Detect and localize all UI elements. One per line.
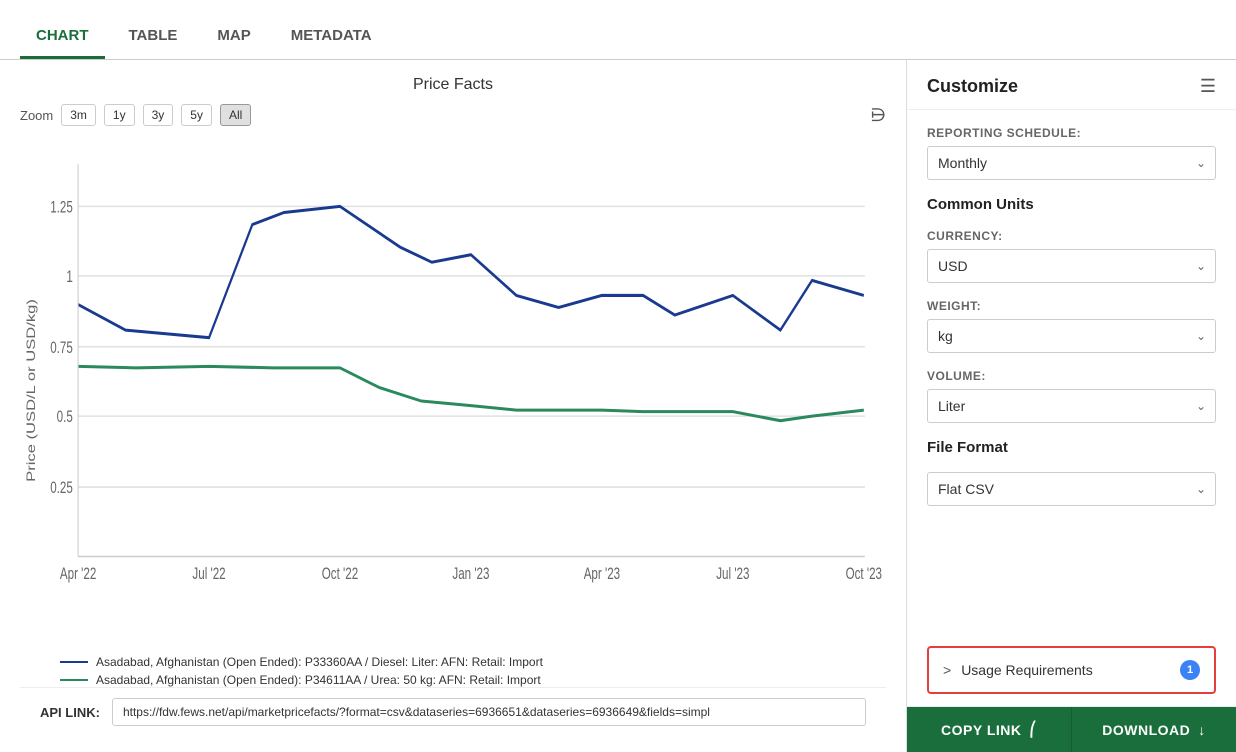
weight-label: WEIGHT: xyxy=(927,299,1216,313)
file-format-header: File Format xyxy=(927,439,1216,456)
currency-group: CURRENCY: USD EUR AFN ⌄ xyxy=(927,229,1216,283)
currency-select[interactable]: USD EUR AFN xyxy=(927,249,1216,283)
reporting-schedule-select[interactable]: Monthly Weekly Daily xyxy=(927,146,1216,180)
sidebar-header: Customize ☰ xyxy=(907,60,1236,110)
sidebar-buttons: COPY LINK ⎛ DOWNLOAD ↓ xyxy=(907,706,1236,752)
svg-text:Apr '22: Apr '22 xyxy=(60,565,96,584)
download-chart-icon[interactable]: ⋻ xyxy=(870,105,886,126)
chart-title: Price Facts xyxy=(20,76,886,94)
zoom-3m[interactable]: 3m xyxy=(61,104,96,126)
svg-text:Oct '23: Oct '23 xyxy=(846,565,882,584)
legend-label-diesel: Asadabad, Afghanistan (Open Ended): P333… xyxy=(96,655,543,669)
zoom-controls: Zoom 3m 1y 3y 5y All ⋻ xyxy=(20,104,886,126)
currency-wrapper: USD EUR AFN ⌄ xyxy=(927,249,1216,283)
svg-text:Jan '23: Jan '23 xyxy=(452,565,489,584)
svg-text:0.25: 0.25 xyxy=(50,479,73,498)
file-format-select[interactable]: Flat CSV Excel JSON xyxy=(927,472,1216,506)
currency-label: CURRENCY: xyxy=(927,229,1216,243)
sidebar-menu-icon[interactable]: ☰ xyxy=(1200,76,1216,97)
legend-label-urea: Asadabad, Afghanistan (Open Ended): P346… xyxy=(96,673,541,687)
svg-text:0.5: 0.5 xyxy=(57,408,73,427)
reporting-schedule-wrapper: Monthly Weekly Daily ⌄ xyxy=(927,146,1216,180)
svg-text:Jul '22: Jul '22 xyxy=(192,565,225,584)
weight-select[interactable]: kg lb mt xyxy=(927,319,1216,353)
copy-link-button[interactable]: COPY LINK ⎛ xyxy=(907,707,1072,752)
zoom-3y[interactable]: 3y xyxy=(143,104,174,126)
download-label: DOWNLOAD xyxy=(1102,722,1190,738)
weight-group: WEIGHT: kg lb mt ⌄ xyxy=(927,299,1216,353)
volume-select[interactable]: Liter Gallon xyxy=(927,389,1216,423)
volume-label: VOLUME: xyxy=(927,369,1216,383)
svg-text:1: 1 xyxy=(66,268,72,287)
tab-map[interactable]: MAP xyxy=(201,15,266,59)
api-link-input[interactable] xyxy=(112,698,866,726)
legend-item-diesel: Asadabad, Afghanistan (Open Ended): P333… xyxy=(60,655,886,669)
api-link-label: API LINK: xyxy=(40,705,100,720)
price-chart: Price (USD/L or USD/kg) 1.25 1 0.75 0.5 xyxy=(20,134,886,647)
zoom-5y[interactable]: 5y xyxy=(181,104,212,126)
svg-text:1.25: 1.25 xyxy=(50,199,73,218)
volume-wrapper: Liter Gallon ⌄ xyxy=(927,389,1216,423)
chart-legend: Asadabad, Afghanistan (Open Ended): P333… xyxy=(20,655,886,687)
sidebar: Customize ☰ REPORTING SCHEDULE: Monthly … xyxy=(906,60,1236,752)
file-format-section: File Format xyxy=(927,439,1216,456)
sidebar-content: REPORTING SCHEDULE: Monthly Weekly Daily… xyxy=(907,110,1236,646)
usage-requirements-badge: 1 xyxy=(1180,660,1200,680)
sidebar-title: Customize xyxy=(927,76,1018,97)
file-format-group: Flat CSV Excel JSON ⌄ xyxy=(927,472,1216,506)
api-link-bar: API LINK: xyxy=(20,687,886,736)
copy-icon: ⎛ xyxy=(1029,721,1037,738)
legend-line-urea xyxy=(60,679,88,681)
tab-chart[interactable]: CHART xyxy=(20,15,105,59)
zoom-1y[interactable]: 1y xyxy=(104,104,135,126)
tab-table[interactable]: TABLE xyxy=(113,15,194,59)
common-units-header: Common Units xyxy=(927,196,1216,213)
reporting-schedule-label: REPORTING SCHEDULE: xyxy=(927,126,1216,140)
svg-text:Jul '23: Jul '23 xyxy=(716,565,749,584)
svg-text:Price (USD/L or USD/kg): Price (USD/L or USD/kg) xyxy=(25,299,38,482)
usage-requirements[interactable]: > Usage Requirements 1 xyxy=(927,646,1216,694)
svg-text:Apr '23: Apr '23 xyxy=(584,565,620,584)
main-layout: Price Facts Zoom 3m 1y 3y 5y All ⋻ Price… xyxy=(0,60,1236,752)
weight-wrapper: kg lb mt ⌄ xyxy=(927,319,1216,353)
tab-metadata[interactable]: METADATA xyxy=(275,15,388,59)
usage-chevron-icon: > xyxy=(943,662,951,678)
chart-area: Price Facts Zoom 3m 1y 3y 5y All ⋻ Price… xyxy=(0,60,906,752)
svg-text:0.75: 0.75 xyxy=(50,339,73,358)
volume-group: VOLUME: Liter Gallon ⌄ xyxy=(927,369,1216,423)
top-navigation: CHART TABLE MAP METADATA xyxy=(0,0,1236,60)
copy-link-label: COPY LINK xyxy=(941,722,1021,738)
legend-line-diesel xyxy=(60,661,88,663)
svg-text:Oct '22: Oct '22 xyxy=(322,565,358,584)
usage-requirements-label: Usage Requirements xyxy=(961,662,1170,678)
zoom-label: Zoom xyxy=(20,108,53,123)
file-format-wrapper: Flat CSV Excel JSON ⌄ xyxy=(927,472,1216,506)
download-arrow-icon: ↓ xyxy=(1198,722,1206,738)
zoom-all[interactable]: All xyxy=(220,104,251,126)
legend-item-urea: Asadabad, Afghanistan (Open Ended): P346… xyxy=(60,673,886,687)
chart-wrapper: Price (USD/L or USD/kg) 1.25 1 0.75 0.5 xyxy=(20,134,886,647)
reporting-schedule-group: REPORTING SCHEDULE: Monthly Weekly Daily… xyxy=(927,126,1216,180)
common-units-section: Common Units xyxy=(927,196,1216,213)
download-button[interactable]: DOWNLOAD ↓ xyxy=(1072,707,1236,752)
